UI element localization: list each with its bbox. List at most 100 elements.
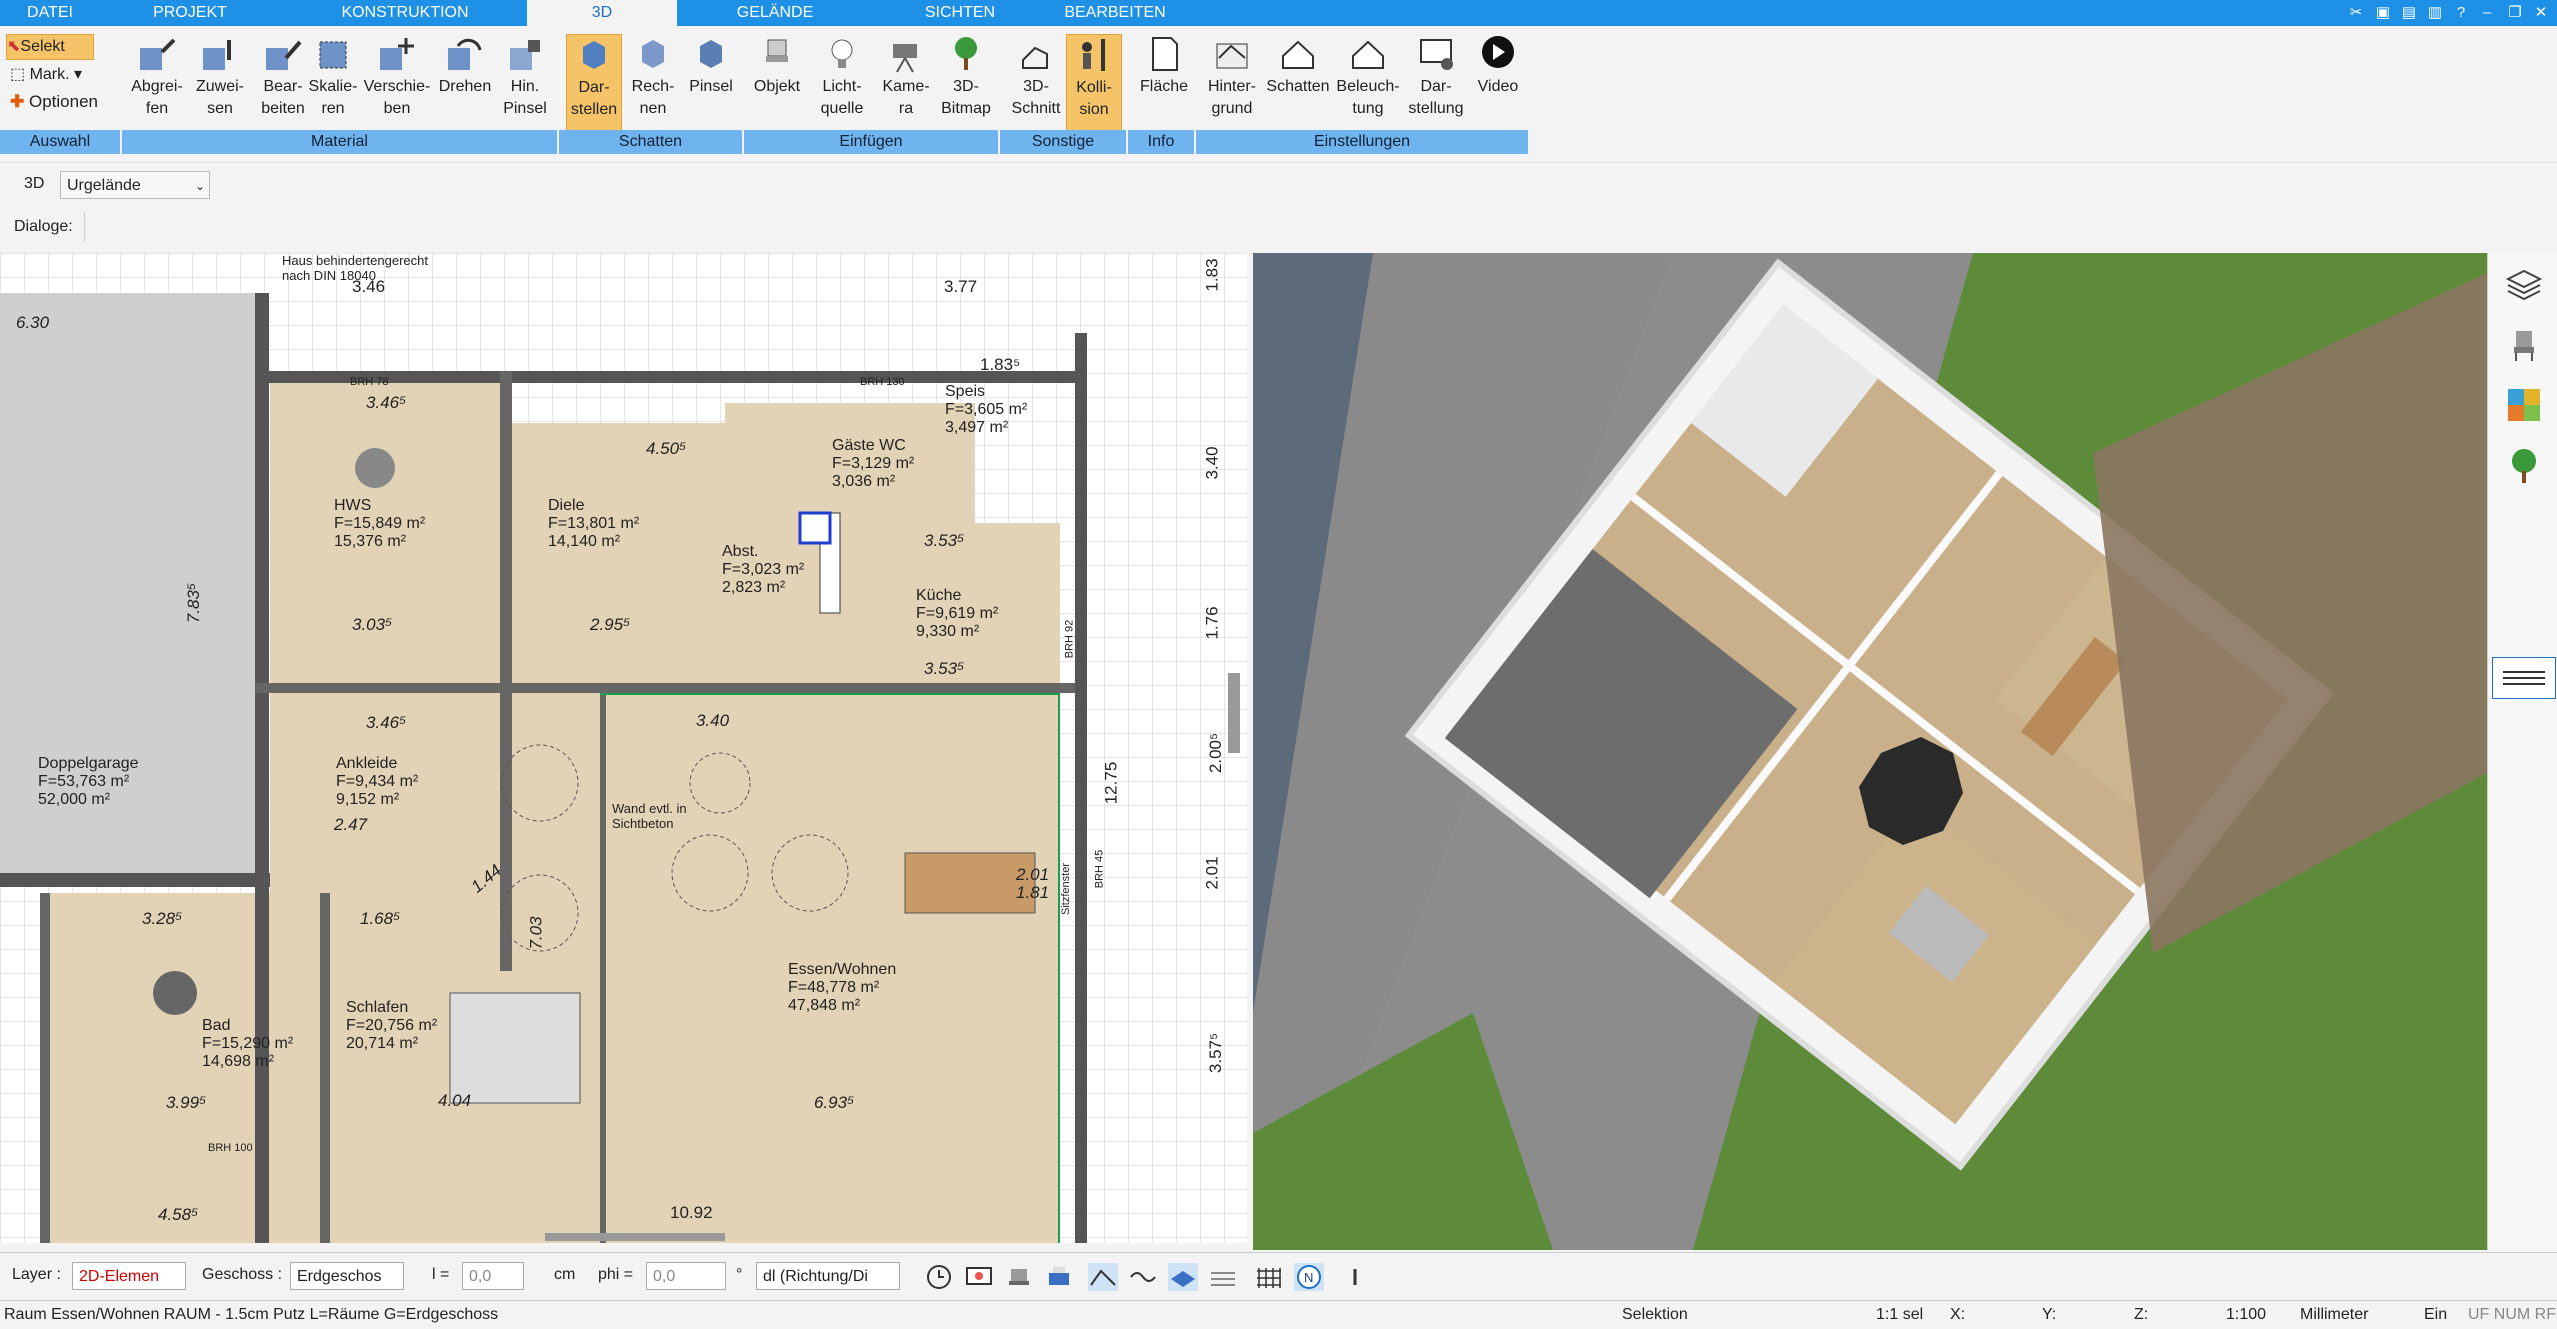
window2-icon[interactable]: ▤ [2398,3,2420,23]
print-icon[interactable] [1044,1263,1074,1291]
kamera-label: Kame- ra [882,78,930,117]
materials-icon[interactable] [2506,387,2542,423]
room-name: Küche [916,587,962,604]
room-area: F=9,619 m² [916,605,999,622]
hatch-icon[interactable] [1208,1263,1238,1291]
room-ankleide: Ankleide F=9,434 m² 9,152 m² [336,755,418,809]
grid-icon[interactable] [1254,1263,1284,1291]
room-area: F=20,756 m² [346,1017,438,1034]
tab-bearbeiten[interactable]: BEARBEITEN [1050,0,1180,26]
skalieren-button[interactable]: Skalie- ren [300,34,366,120]
tab-3d[interactable]: 3D [527,0,677,26]
menu-icon[interactable] [2492,657,2556,699]
bitmap-3d-button[interactable]: 3D- Bitmap [936,34,996,120]
room-name: Doppelgarage [38,755,139,772]
room-area: F=15,849 m² [334,515,426,532]
geschoss-dropdown[interactable]: Erdgeschos [290,1262,404,1290]
tab-datei[interactable]: DATEI [0,0,100,26]
dim-label: 3.53⁵ [924,659,965,678]
objekt-button[interactable]: Objekt [750,34,804,98]
dim-label: 2.01 [1202,856,1222,890]
lichtquelle-label: Licht- quelle [820,78,864,117]
status-scale: 1:100 [2226,1306,2267,1323]
tab-konstruktion[interactable]: KONSTRUKTION [290,0,520,26]
selekt-button[interactable]: ⬉Selekt [6,34,94,60]
flaeche-button[interactable]: Fläche [1134,34,1194,98]
menu-bar: DATEI PROJEKT KONSTRUKTION 3D GELÄNDE SI… [0,0,2557,26]
lichtquelle-button[interactable]: Licht- quelle [810,34,874,120]
furniture-icon[interactable] [1004,1263,1034,1291]
window-icon[interactable]: ▣ [2372,3,2394,23]
plant-icon[interactable] [2506,447,2542,483]
dim-label: 3.46 [352,277,386,296]
abgreifen-button[interactable]: Abgrei- fen [124,34,190,120]
room-hws: HWS F=15,849 m² 15,376 m² [334,497,425,551]
darstellung-button[interactable]: Dar- stellung [1404,34,1468,120]
zuweisen-button[interactable]: Zuwei- sen [190,34,250,120]
drehen-label: Drehen [438,78,492,95]
terrain-dropdown[interactable]: Urgelände ⌄ [60,171,210,199]
verschieben-button[interactable]: Verschie- ben [360,34,434,120]
room-name: Ankleide [336,755,398,772]
layer-value: 2D-Elemen [79,1268,160,1285]
status-z: Z: [2134,1306,2149,1323]
tab-gelaende[interactable]: GELÄNDE [690,0,860,26]
schnitt-3d-label: 3D- Schnitt [1011,78,1061,117]
minimize-icon[interactable]: – [2476,3,2498,23]
tab-projekt[interactable]: PROJEKT [110,0,270,26]
layers-icon[interactable] [2506,267,2542,303]
terrain-icon[interactable] [1088,1263,1118,1291]
floor-plan-view[interactable]: HWS F=15,849 m² 15,376 m² Diele F=13,801 m²… [0,253,1247,1243]
more-icon[interactable] [1340,1263,1370,1291]
restore-icon[interactable]: ❐ [2504,3,2526,23]
chair-catalog-icon[interactable] [2506,327,2542,363]
monitor-icon[interactable] [964,1263,994,1291]
darstellen-label: Dar- stellen [570,79,618,118]
right-toolbar [2487,253,2557,1250]
rechnen-button[interactable]: Rech- nen [626,34,680,120]
schatten-einst-button[interactable]: Schatten [1262,34,1334,98]
hin-pinsel-button[interactable]: Hin. Pinsel [498,34,552,120]
close-icon[interactable]: ✕ [2530,3,2552,23]
north-icon[interactable]: N [1294,1263,1324,1291]
tab-sichten[interactable]: SICHTEN [880,0,1040,26]
video-button[interactable]: Video [1468,34,1528,98]
optionen-button[interactable]: ✚ Optionen [10,92,98,112]
clock-icon[interactable] [924,1263,954,1291]
help-icon[interactable]: ? [2450,3,2472,23]
calc-shadow-icon [642,40,664,68]
room-name: Gäste WC [832,437,906,454]
mark-button[interactable]: ⬚ Mark. ▾ [10,64,82,84]
room-area2: 3,497 m² [945,419,1009,436]
edit-material-icon [266,40,302,70]
schnitt-3d-button[interactable]: 3D- Schnitt [1006,34,1066,120]
hintergrund-button[interactable]: Hinter- grund [1198,34,1266,120]
tools-icon[interactable]: ✂ [2345,3,2367,23]
layer-dropdown[interactable]: 2D-Elemen [72,1262,186,1290]
dim-label: 3.99⁵ [166,1093,207,1112]
beleuchtung-button[interactable]: Beleuch- tung [1332,34,1404,120]
status-text: Raum Essen/Wohnen RAUM - 1.5cm Putz L=Rä… [4,1306,499,1323]
kamera-button[interactable]: Kame- ra [876,34,936,120]
l-input[interactable]: 0,0 [462,1262,524,1290]
rotate-icon [448,38,482,70]
plane-icon[interactable] [1168,1263,1198,1291]
darstellen-button[interactable]: Dar- stellen [566,34,622,144]
room-kueche: Küche F=9,619 m² 9,330 m² [916,587,998,641]
phi-input[interactable]: 0,0 [646,1262,726,1290]
3d-view[interactable] [1253,253,2487,1250]
schatten-pinsel-button[interactable]: Pinsel [684,34,738,98]
dim-label: 1.83⁵ [980,355,1021,374]
drehen-button[interactable]: Drehen [432,34,498,98]
room-area2: 3,036 m² [832,473,896,490]
direction-dropdown[interactable]: dl (Richtung/Di [756,1262,900,1290]
flaeche-label: Fläche [1139,78,1189,95]
room-essen-wohnen: Essen/Wohnen F=48,778 m² 47,848 m² [788,961,896,1015]
kollision-button[interactable]: Kolli- sion [1066,34,1122,144]
dim-label: 1.68⁵ [360,909,401,928]
wave-icon[interactable] [1128,1263,1158,1291]
dim-label: 3.28⁵ [142,909,183,928]
geschoss-value: Erdgeschos [297,1268,382,1285]
dim-label: 3.46⁵ [366,713,407,732]
window3-icon[interactable]: ▥ [2424,3,2446,23]
